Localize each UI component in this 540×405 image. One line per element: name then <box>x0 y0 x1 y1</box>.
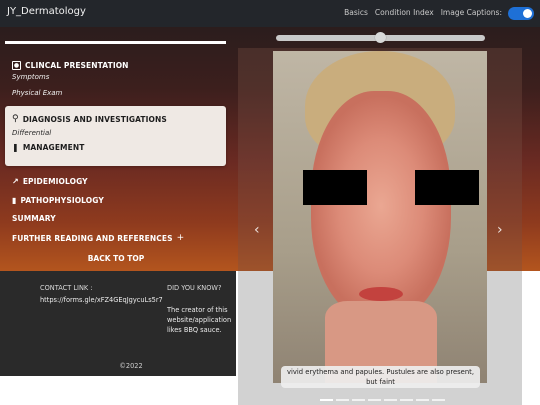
nav-condition-index[interactable]: Condition Index <box>375 8 434 17</box>
toggle-knob <box>523 9 532 18</box>
section-clinical-presentation: ● CLINCAL PRESENTATION Symptoms Physical… <box>12 61 129 97</box>
sidebar-item-summary[interactable]: SUMMARY <box>12 214 56 223</box>
sidebar-item-epidemiology[interactable]: ↗ EPIDEMIOLOGY <box>12 177 88 186</box>
person-icon: ● <box>12 61 21 70</box>
sidebar-subitem-differential[interactable]: Differential <box>12 129 167 137</box>
carousel-prev-icon[interactable]: ‹ <box>254 222 260 238</box>
sidebar-item-label: DIAGNOSIS AND INVESTIGATIONS <box>22 114 167 124</box>
sidebar-item-label: SUMMARY <box>12 214 56 223</box>
eye-censor-bar-right <box>415 170 479 205</box>
footer-panel: CONTACT LINK : https://forms.gle/xFZ4GEq… <box>0 271 236 376</box>
did-you-know-text: The creator of this website/application … <box>167 306 232 334</box>
carousel-indicator-dot[interactable] <box>384 399 397 401</box>
sidebar-item-diagnosis[interactable]: ⚲ DIAGNOSIS AND INVESTIGATIONS <box>12 114 167 124</box>
image-slider-handle[interactable] <box>375 32 386 43</box>
sidebar-item-label: CLINCAL PRESENTATION <box>25 61 129 70</box>
back-to-top-link[interactable]: BACK TO TOP <box>0 254 232 263</box>
clipboard-icon: ▮ <box>12 196 17 205</box>
nav-basics[interactable]: Basics <box>344 8 368 17</box>
contact-link[interactable]: https://forms.gle/xFZ4GEqJgycuLs5r7 <box>40 296 163 304</box>
carousel-indicator-dot[interactable] <box>368 399 381 401</box>
search-icon: ⚲ <box>12 114 19 124</box>
carousel-indicator-dot[interactable] <box>432 399 445 401</box>
image-caption: vivid erythema and papules. Pustules are… <box>281 366 480 388</box>
copyright: ©2022 <box>119 362 143 370</box>
sidebar-item-pathophysiology[interactable]: ▮ PATHOPHYSIOLOGY <box>12 196 104 205</box>
image-captions-label: Image Captions: <box>440 8 502 17</box>
carousel-indicator-dot[interactable] <box>416 399 429 401</box>
sidebar-subitem-symptoms[interactable]: Symptoms <box>12 73 129 81</box>
sidebar-item-label: EPIDEMIOLOGY <box>22 177 88 186</box>
pill-icon: ❚ <box>12 143 19 152</box>
sidebar-item-management[interactable]: ❚ MANAGEMENT <box>12 143 167 152</box>
plus-icon: + <box>176 233 185 243</box>
sidebar-highlight-box: ⚲ DIAGNOSIS AND INVESTIGATIONS Different… <box>5 106 226 166</box>
nav-links: Basics Condition Index Image Captions: <box>344 8 502 17</box>
carousel-next-icon[interactable]: › <box>497 222 503 238</box>
sidebar-top-divider <box>5 41 226 44</box>
sidebar-item-label: PATHOPHYSIOLOGY <box>20 196 104 205</box>
carousel-indicator-dot[interactable] <box>336 399 349 401</box>
sidebar-item-clinical-presentation[interactable]: ● CLINCAL PRESENTATION <box>12 61 129 70</box>
chart-icon: ↗ <box>12 177 19 186</box>
top-navbar: JY_Dermatology Basics Condition Index Im… <box>0 0 540 27</box>
did-you-know-title: DID YOU KNOW? <box>167 284 222 292</box>
carousel-indicator-dot[interactable] <box>400 399 413 401</box>
sidebar-item-label: FURTHER READING AND REFERENCES <box>12 233 173 243</box>
carousel-indicators <box>320 399 445 401</box>
photo-lips <box>359 287 403 301</box>
sidebar-item-further-reading[interactable]: FURTHER READING AND REFERENCES + <box>12 233 184 243</box>
image-captions-toggle[interactable] <box>508 7 534 20</box>
sidebar-subitem-physical-exam[interactable]: Physical Exam <box>12 89 129 97</box>
contact-label: CONTACT LINK : <box>40 284 93 292</box>
clinical-photo <box>273 51 487 383</box>
brand-title[interactable]: JY_Dermatology <box>7 6 86 17</box>
carousel-indicator-dot[interactable] <box>320 399 333 401</box>
carousel-indicator-dot[interactable] <box>352 399 365 401</box>
sidebar-item-label: MANAGEMENT <box>22 143 85 152</box>
eye-censor-bar-left <box>303 170 367 205</box>
